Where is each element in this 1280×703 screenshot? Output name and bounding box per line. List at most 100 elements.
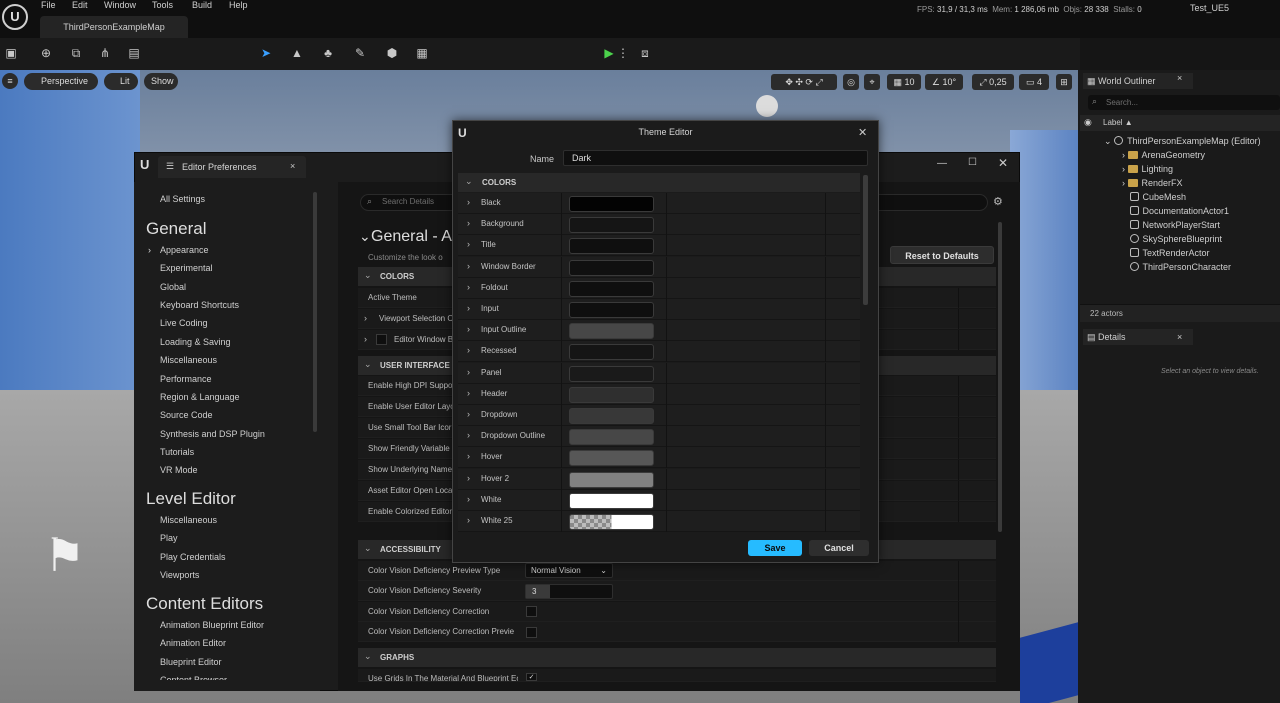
color-swatch[interactable] [569, 217, 654, 234]
checkbox-checked[interactable]: ✓ [526, 673, 537, 681]
outliner-item-network-player-start[interactable]: NetworkPlayerStart [1122, 220, 1220, 230]
nav-item-level-miscellaneous[interactable]: Miscellaneous [160, 515, 217, 525]
color-swatch[interactable] [569, 259, 654, 276]
color-swatch[interactable] [569, 196, 654, 212]
chevron-right-icon[interactable]: › [467, 239, 470, 249]
save-icon[interactable]: ▣ [3, 45, 19, 61]
color-swatch[interactable] [569, 408, 654, 424]
cancel-button[interactable]: Cancel [809, 540, 869, 556]
chevron-right-icon[interactable]: › [467, 451, 470, 461]
chevron-down-icon[interactable]: ⌄ [359, 228, 371, 245]
add-actor-icon[interactable]: ⊕ [38, 45, 54, 61]
surface-snap-icon[interactable]: ⌖ [864, 74, 880, 90]
nav-item-tutorials[interactable]: Tutorials [160, 447, 194, 457]
minimize-icon[interactable]: — [937, 158, 947, 169]
theme-color-row[interactable]: › Dropdown [458, 405, 860, 426]
row-cvd-correction-preview[interactable]: Color Vision Deficiency Correction Previ… [358, 622, 996, 642]
nav-item-vr-mode[interactable]: VR Mode [160, 465, 198, 475]
outliner-root[interactable]: ⌄ ThirdPersonExampleMap (Editor) [1104, 136, 1261, 147]
gear-icon[interactable]: ⚙ [993, 195, 1003, 208]
nav-item-play[interactable]: Play [160, 533, 178, 543]
outliner-item-sky-sphere[interactable]: SkySphereBlueprint [1122, 234, 1222, 244]
chevron-right-icon[interactable]: › [467, 515, 470, 525]
maximize-viewport-icon[interactable]: ⊞ [1056, 74, 1072, 90]
chevron-right-icon[interactable]: › [467, 218, 470, 228]
outliner-item-lighting[interactable]: › Lighting [1122, 164, 1173, 174]
menu-window[interactable]: Window [104, 0, 136, 12]
nav-all-settings[interactable]: All Settings [160, 194, 205, 204]
mesh-mode-icon[interactable]: ⬢ [384, 45, 400, 61]
nav-item-miscellaneous[interactable]: Miscellaneous [160, 355, 217, 365]
chevron-right-icon[interactable]: › [467, 303, 470, 313]
nav-item-loading-saving[interactable]: Loading & Saving [160, 337, 231, 347]
menu-help[interactable]: Help [229, 0, 248, 12]
color-swatch[interactable] [569, 429, 654, 446]
scale-snap-button[interactable]: ⤢ 0,25 [972, 74, 1014, 90]
nav-item-keyboard-shortcuts[interactable]: Keyboard Shortcuts [160, 300, 239, 310]
paint-mode-icon[interactable]: ✎ [352, 45, 368, 61]
close-dialog-icon[interactable]: ✕ [858, 126, 867, 139]
nav-item-animation-blueprint-editor[interactable]: Animation Blueprint Editor [160, 620, 264, 630]
foliage-mode-icon[interactable]: ♣ [320, 45, 336, 61]
menu-tools[interactable]: Tools [152, 0, 173, 12]
chevron-right-icon[interactable]: › [467, 367, 470, 377]
blueprint-icon[interactable]: ⋔ [97, 45, 113, 61]
theme-section-colors[interactable]: COLORS [458, 173, 860, 192]
show-button[interactable]: Show [144, 73, 178, 90]
theme-color-row[interactable]: › White [458, 489, 860, 511]
nav-item-appearance[interactable]: Appearance [160, 245, 209, 255]
color-swatch[interactable] [569, 344, 654, 361]
color-swatch[interactable] [569, 471, 654, 488]
theme-color-row[interactable]: › Window Border [458, 256, 860, 278]
theme-color-row[interactable]: › Hover 2 [458, 468, 860, 490]
chevron-right-icon[interactable]: › [467, 494, 470, 504]
color-swatch[interactable] [569, 365, 654, 382]
lit-button[interactable]: Lit [104, 73, 138, 90]
nav-item-source-code[interactable]: Source Code [160, 410, 213, 420]
color-swatch[interactable] [569, 238, 654, 255]
menu-build[interactable]: Build [192, 0, 212, 12]
unreal-logo-icon[interactable]: U [2, 4, 28, 30]
theme-scrollbar[interactable] [863, 175, 868, 305]
chevron-right-icon[interactable]: › [467, 388, 470, 398]
outliner-item-documentation[interactable]: DocumentationActor1 [1122, 206, 1229, 216]
camera-speed-button[interactable]: ▭ 4 [1019, 74, 1049, 90]
theme-color-row[interactable]: › Header [458, 383, 860, 405]
nav-scrollbar[interactable] [313, 192, 317, 432]
chevron-right-icon[interactable]: › [467, 430, 470, 440]
tab-level-map[interactable]: ThirdPersonExampleMap [40, 16, 188, 38]
grid-snap-button[interactable]: ▦ 10 [887, 74, 921, 90]
chevron-right-icon[interactable]: › [467, 473, 470, 483]
content-icon[interactable]: ⧉ [68, 45, 84, 61]
outliner-item-renderfx[interactable]: › RenderFX [1122, 178, 1183, 188]
theme-color-row[interactable]: › Recessed [458, 341, 860, 363]
checkbox[interactable] [526, 627, 537, 638]
section-graphs[interactable]: GRAPHS [358, 648, 996, 667]
chevron-right-icon[interactable]: › [467, 282, 470, 292]
theme-color-row[interactable]: › Dropdown Outline [458, 426, 860, 448]
platforms-icon[interactable]: ⧈ [637, 45, 653, 61]
theme-color-row[interactable]: › Title [458, 235, 860, 257]
nav-item-animation-editor[interactable]: Animation Editor [160, 638, 226, 648]
viewport-menu-icon[interactable]: ≡ [2, 73, 18, 89]
color-swatch[interactable] [569, 302, 654, 318]
color-swatch[interactable] [569, 514, 654, 530]
color-swatch[interactable] [569, 386, 654, 403]
theme-color-row[interactable]: › Foldout [458, 277, 860, 299]
theme-color-row[interactable]: › Panel [458, 362, 860, 384]
menu-edit[interactable]: Edit [72, 0, 88, 12]
checkbox[interactable] [526, 606, 537, 617]
cinematics-icon[interactable]: ▤ [126, 45, 142, 61]
color-swatch[interactable] [569, 323, 654, 340]
visibility-icon[interactable]: ◉ [1084, 117, 1092, 128]
theme-color-row[interactable]: › Background [458, 214, 860, 236]
theme-color-row[interactable]: › Hover [458, 447, 860, 469]
save-button[interactable]: Save [748, 540, 802, 556]
outliner-item-cubemesh[interactable]: CubeMesh [1122, 192, 1186, 202]
color-swatch[interactable] [569, 450, 654, 467]
theme-name-input[interactable]: Dark [563, 150, 868, 166]
reset-to-defaults-button[interactable]: Reset to Defaults [890, 246, 994, 264]
chevron-right-icon[interactable]: › [467, 324, 470, 334]
row-cvd-correction[interactable]: Color Vision Deficiency Correction [358, 602, 996, 622]
details-scrollbar[interactable] [998, 222, 1002, 532]
